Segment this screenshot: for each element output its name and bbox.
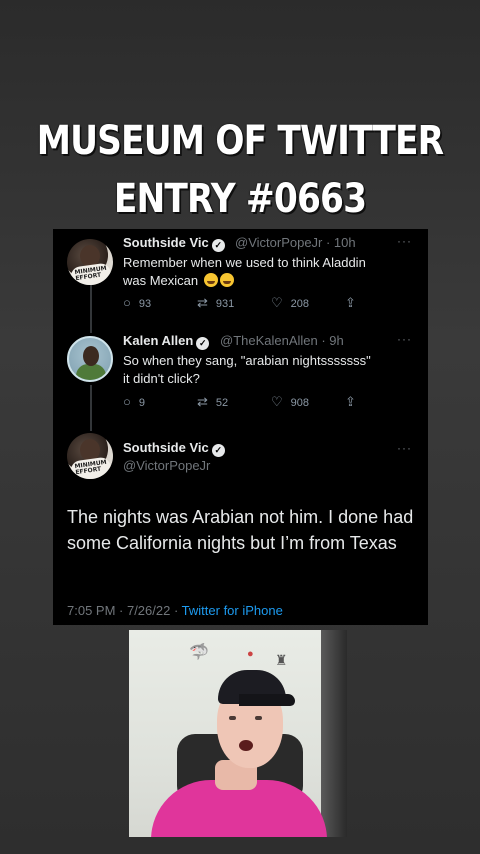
reply-icon: ○ — [123, 295, 131, 310]
ball-decal-icon: ● — [247, 648, 254, 660]
tweet2-author[interactable]: Kalen Allen ✓ — [123, 333, 210, 350]
tweet1-author[interactable]: Southside Vic ✓ — [123, 235, 225, 252]
like-button[interactable]: ♡ 908 — [271, 394, 309, 410]
retweet-icon: ⇄ — [197, 394, 208, 409]
retweet-icon: ⇄ — [197, 295, 208, 310]
tweet2-handle[interactable]: @TheKalenAllen · 9h — [220, 333, 344, 348]
retweet-button[interactable]: ⇄ 931 — [197, 295, 234, 311]
rofl-emoji-icon — [203, 273, 218, 287]
statue-decal-icon: ♜ — [275, 652, 288, 668]
more-options-icon[interactable]: ··· — [397, 441, 412, 455]
thread-line — [90, 385, 92, 431]
heart-icon: ♡ — [271, 394, 283, 409]
person-eye — [229, 716, 236, 720]
share-icon: ⇪ — [345, 394, 356, 409]
more-options-icon[interactable]: ··· — [397, 332, 412, 346]
reaction-video[interactable]: 🦈 ● ♜ — [129, 630, 347, 837]
tweet-screenshot: MINIMUM EFFORT Southside Vic ✓ @VictorPope… — [53, 229, 428, 625]
tweet1-text: Remember when we used to think Aladdin w… — [123, 255, 366, 288]
share-icon: ⇪ — [345, 295, 356, 310]
tweet1-actions: ○ 93 ⇄ 931 ♡ 208 ⇪ — [123, 295, 423, 313]
verified-badge-icon: ✓ — [196, 337, 210, 350]
curtain — [321, 630, 347, 837]
reply-button[interactable]: ○ 9 — [123, 394, 145, 409]
share-button[interactable]: ⇪ — [345, 394, 364, 410]
rofl-emoji-icon — [219, 273, 234, 287]
tweet2-text: So when they sang, "arabian nightsssssss… — [123, 353, 371, 386]
tweet-source-link[interactable]: Twitter for iPhone — [182, 603, 283, 618]
avatar-southside-vic[interactable]: MINIMUM EFFORT — [67, 433, 113, 479]
like-button[interactable]: ♡ 208 — [271, 295, 309, 311]
page-title-line1: MUSEUM OF TWITTER — [36, 118, 444, 164]
page-title-line2: ENTRY #0663 — [113, 176, 367, 222]
main-tweet-handle[interactable]: @VictorPopeJr — [123, 458, 210, 473]
heart-icon: ♡ — [271, 295, 283, 310]
tweet-timestamp[interactable]: 7:05 PM · 7/26/22 · — [67, 603, 182, 618]
person-mouth — [239, 740, 253, 751]
avatar-southside-vic[interactable]: MINIMUM EFFORT — [67, 239, 113, 285]
verified-badge-icon: ✓ — [211, 444, 225, 457]
verified-badge-icon: ✓ — [211, 239, 225, 252]
person-cap-bill — [239, 694, 295, 706]
tweet1-handle[interactable]: @VictorPopeJr · 10h — [235, 235, 356, 250]
avatar-kalen-allen[interactable] — [67, 336, 113, 382]
main-tweet-author[interactable]: Southside Vic ✓ — [123, 440, 225, 457]
tweet2-actions: ○ 9 ⇄ 52 ♡ 908 ⇪ — [123, 394, 423, 412]
retweet-button[interactable]: ⇄ 52 — [197, 394, 228, 410]
reply-icon: ○ — [123, 394, 131, 409]
reply-button[interactable]: ○ 93 — [123, 295, 151, 310]
person-eye — [255, 716, 262, 720]
tweet-meta: 7:05 PM · 7/26/22 · Twitter for iPhone — [67, 603, 283, 618]
main-tweet-text: The nights was Arabian not him. I done h… — [67, 507, 414, 553]
more-options-icon[interactable]: ··· — [397, 234, 412, 248]
share-button[interactable]: ⇪ — [345, 295, 364, 311]
thread-line — [90, 285, 92, 333]
shark-decal-icon: 🦈 — [189, 644, 209, 661]
